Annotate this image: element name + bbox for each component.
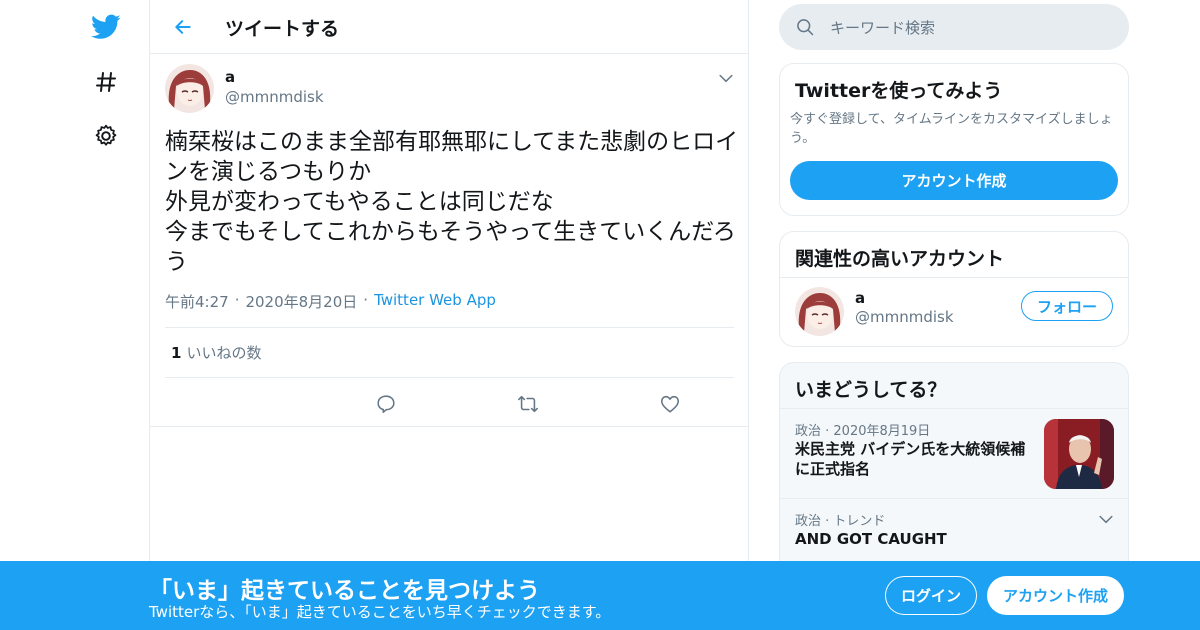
related-account-name[interactable]: a [855,289,865,307]
back-button[interactable] [166,10,200,44]
hashtag-icon[interactable] [88,64,124,100]
related-account-handle[interactable]: @mmnmdisk [855,308,954,326]
chevron-down-icon [1099,515,1113,524]
reply-button[interactable] [372,390,400,418]
divider [780,277,1128,278]
signup-card-title: Twitterを使ってみよう [795,80,1003,102]
likes-label: いいねの数 [186,344,262,362]
related-accounts-card: 関連性の高いアカウント a @mmnmdisk フォロー [779,231,1129,347]
create-account-button[interactable]: アカウント作成 [790,161,1118,200]
signup-card-description: 今すぐ登録して、タイムラインをカスタマイズしましょう。 [790,112,1113,146]
meta-separator: · [363,291,369,309]
tweet-source-link[interactable]: Twitter Web App [374,291,496,312]
search-icon [797,19,814,36]
signup-banner: 「いま」起きていることを見つけよう Twitterなら、「いま」起きていることを… [0,561,1200,630]
related-account-avatar[interactable] [795,287,844,336]
likes-count: 1 [171,343,182,362]
trend-title: 米民主党 バイデン氏を大統領候補に正式指名 [795,440,1026,478]
more-options-button[interactable] [716,68,736,88]
tweet-date[interactable]: 2020年8月20日 [245,291,357,312]
main-column: ツイートする a @mmnmdisk 楠栞桜はこのまま全部有耶無耶にしてまた悲劇… [149,0,821,630]
retweet-button[interactable] [514,390,542,418]
trend-thumbnail [1044,419,1114,489]
banner-create-account-button[interactable]: アカウント作成 [987,576,1124,615]
tweet-metadata: 午前4:27 · 2020年8月20日 · Twitter Web App [165,291,496,312]
tweet-text: 楠栞桜はこのまま全部有耶無耶にしてまた悲劇のヒロインを演じるつもりか 外見が変わ… [165,129,739,275]
trend-item[interactable]: 政治 · 2020年8月19日 米民主党 バイデン氏を大統領候補に正式指名 [780,408,1128,498]
tweet-time[interactable]: 午前4:27 [165,291,229,312]
twitter-logo-icon[interactable] [88,9,124,45]
like-icon [660,395,680,413]
retweet-icon [518,395,538,413]
banner-subtitle: Twitterなら、「いま」起きていることをいち早くチェックできます。 [149,603,611,621]
reply-icon [377,395,395,414]
page-title: ツイートする [225,18,340,40]
chevron-down-icon [719,74,733,83]
author-name[interactable]: a [225,68,235,86]
author-avatar[interactable] [165,64,214,113]
trend-title: AND GOT CAUGHT [795,530,947,548]
tweet-detail: a @mmnmdisk 楠栞桜はこのまま全部有耶無耶にしてまた悲劇のヒロインを演… [150,54,821,427]
left-navigation [0,0,150,630]
author-handle[interactable]: @mmnmdisk [225,88,324,106]
trend-options-button[interactable] [1096,509,1116,533]
login-button[interactable]: ログイン [885,576,977,615]
related-card-title: 関連性の高いアカウント [795,248,1005,270]
trends-card-title: いまどうしてる？ [795,379,947,401]
like-button[interactable] [656,390,684,418]
search-box[interactable]: キーワード検索 [779,4,1129,50]
tweet-actions [165,382,821,426]
signup-card: Twitterを使ってみよう 今すぐ登録して、タイムラインをカスタマイズしましょ… [779,63,1129,216]
search-input[interactable]: キーワード検索 [830,17,935,38]
page-header: ツイートする [150,0,749,54]
arrow-left-icon [175,20,191,34]
tweet-stats[interactable]: 1 いいねの数 [165,327,734,378]
meta-separator: · [234,291,240,309]
follow-button[interactable]: フォロー [1021,291,1113,321]
banner-title: 「いま」起きていることを見つけよう [149,578,540,604]
trend-meta: 政治 · トレンド [795,514,886,529]
settings-gear-icon[interactable] [88,118,124,154]
trend-meta: 政治 · 2020年8月19日 [795,424,931,439]
